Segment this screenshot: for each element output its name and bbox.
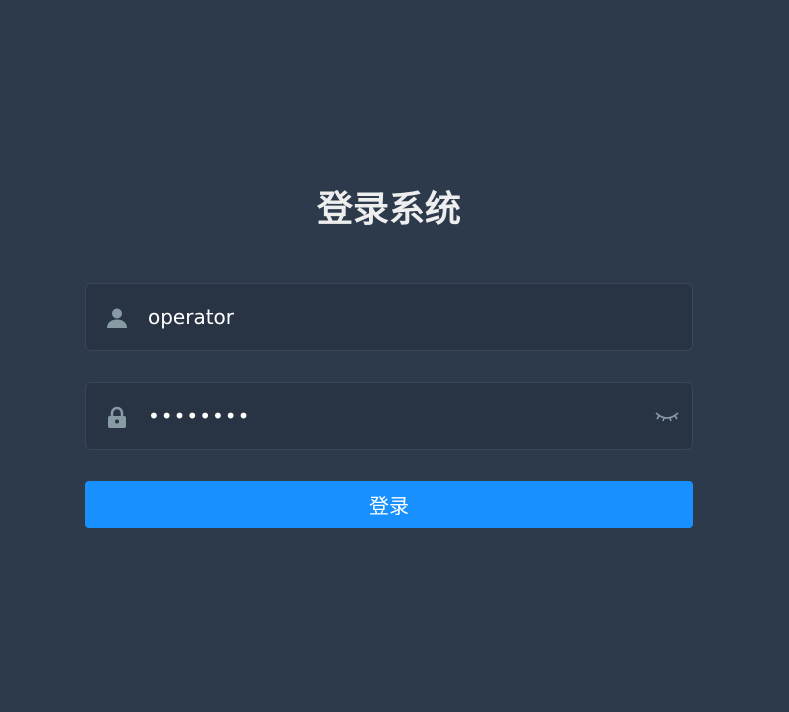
lock-icon <box>106 406 128 428</box>
password-input[interactable] <box>148 383 638 449</box>
password-field[interactable] <box>85 382 693 450</box>
username-field[interactable] <box>85 283 693 351</box>
username-input[interactable] <box>148 284 638 350</box>
page-title: 登录系统 <box>316 189 461 230</box>
login-button[interactable]: 登录 <box>85 481 693 528</box>
eye-closed-icon[interactable] <box>654 405 680 427</box>
user-icon <box>106 307 128 329</box>
